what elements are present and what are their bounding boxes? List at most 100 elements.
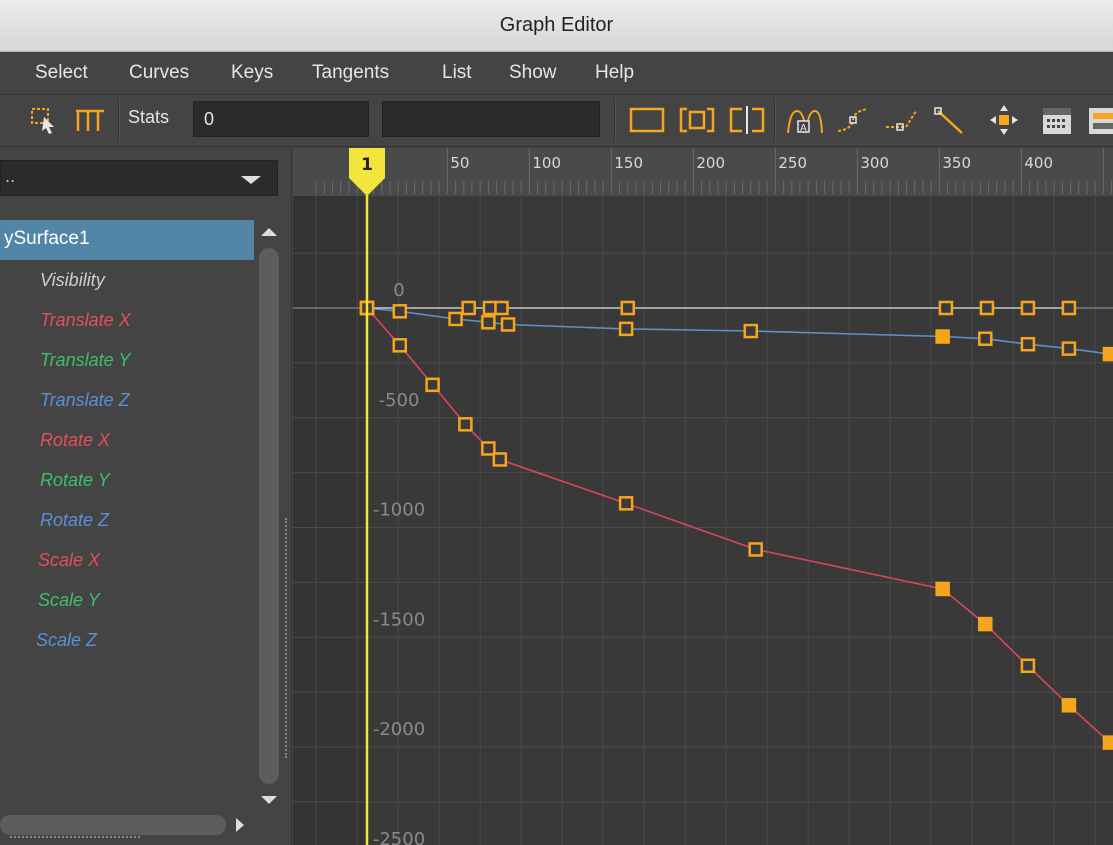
svg-text:A: A <box>800 123 807 134</box>
attr-rotate-z[interactable]: Rotate Z <box>40 510 109 531</box>
stats-secondary-input[interactable] <box>382 101 600 137</box>
attr-rotate-y[interactable]: Rotate Y <box>40 470 110 491</box>
value-axis-label: -2000 <box>373 719 425 740</box>
attr-scale-x[interactable]: Scale X <box>38 550 100 571</box>
keyframe[interactable] <box>448 311 463 327</box>
graph-background <box>293 148 1113 845</box>
graph-canvas[interactable]: 50 100 150 200 250 300 350 400 0 -500 -1000 -1500 -2… <box>293 148 1113 845</box>
menu-show[interactable]: Show <box>509 62 557 84</box>
step-tangent-icon[interactable] <box>932 103 970 137</box>
frame-playback-icon[interactable] <box>728 103 766 137</box>
ruler-tick-label: 400 <box>1024 154 1053 172</box>
keyframe[interactable] <box>1020 658 1036 674</box>
move-nearest-icon[interactable] <box>985 103 1023 137</box>
keyframe[interactable] <box>461 300 476 316</box>
stats-label: Stats <box>128 107 170 127</box>
keyframe[interactable] <box>1020 336 1036 352</box>
spline-tangent-icon[interactable] <box>834 103 872 137</box>
curve-outliner-panel: .. ySurface1 Visibility Translate X Tran… <box>0 148 292 845</box>
attr-scale-z[interactable]: Scale Z <box>36 630 97 651</box>
trax-editor-icon[interactable] <box>1084 103 1113 137</box>
outliner-list: ySurface1 Visibility Translate X Transla… <box>0 220 256 820</box>
pre-range-shade <box>293 196 367 845</box>
keyframe[interactable] <box>492 452 508 467</box>
ruler-tick-label: 200 <box>696 154 725 172</box>
keyframe[interactable] <box>743 323 759 339</box>
keyframe[interactable] <box>392 304 408 319</box>
frame-all-icon[interactable] <box>628 103 666 137</box>
keyframe[interactable] <box>978 616 993 632</box>
keyframe[interactable] <box>458 417 473 432</box>
value-axis-label: 0 <box>393 280 404 301</box>
toolbar-separator <box>614 99 616 141</box>
attr-translate-y[interactable]: Translate Y <box>40 350 130 371</box>
toolbar: Stats A <box>0 95 1113 147</box>
scrollbar-thumb[interactable] <box>259 248 279 784</box>
keyframe[interactable] <box>1102 735 1113 750</box>
menu-tangents[interactable]: Tangents <box>312 62 389 84</box>
attr-translate-z[interactable]: Translate Z <box>40 390 130 411</box>
toolbar-separator <box>774 99 776 141</box>
panel-resize-handle[interactable] <box>10 836 140 838</box>
attr-translate-x[interactable]: Translate X <box>40 310 131 331</box>
attr-rotate-x[interactable]: Rotate X <box>40 430 110 451</box>
keyframe[interactable] <box>1020 300 1036 316</box>
stats-input[interactable] <box>193 101 369 137</box>
keyframe[interactable] <box>618 496 634 511</box>
keyframe[interactable] <box>1061 300 1077 316</box>
outliner-filter-dropdown[interactable]: .. <box>0 160 278 196</box>
value-axis-label: -500 <box>379 390 420 411</box>
keyframe[interactable] <box>620 300 636 316</box>
keyframe[interactable] <box>938 300 954 316</box>
menu-list[interactable]: List <box>442 62 472 84</box>
keyframe[interactable] <box>392 338 408 353</box>
lattice-deform-icon[interactable] <box>72 103 110 137</box>
keyframe[interactable] <box>979 300 995 316</box>
frame-selection-icon[interactable] <box>678 103 716 137</box>
keyframe[interactable] <box>481 441 496 456</box>
scroll-up-arrow-icon[interactable] <box>261 228 277 236</box>
keyframe[interactable] <box>425 377 440 393</box>
outliner-vertical-scrollbar[interactable] <box>257 220 281 820</box>
window-titlebar: Graph Editor <box>0 0 1113 52</box>
dope-sheet-icon[interactable] <box>1038 103 1076 137</box>
linear-tangent-icon[interactable] <box>882 103 920 137</box>
panel-splitter-handle[interactable] <box>285 518 287 758</box>
ruler-tick-label: 100 <box>532 154 561 172</box>
menu-help[interactable]: Help <box>595 62 634 84</box>
current-frame-label: 1 <box>361 155 373 175</box>
attr-visibility[interactable]: Visibility <box>40 270 105 291</box>
auto-tangent-icon[interactable]: A <box>784 103 824 137</box>
horizontal-scrollbar-thumb[interactable] <box>0 815 226 835</box>
keyframe[interactable] <box>482 300 498 316</box>
toolbar-separator <box>118 99 120 141</box>
keyframe[interactable] <box>1061 341 1077 356</box>
outliner-node-label: ySurface1 <box>4 228 90 249</box>
keyframe[interactable] <box>481 315 496 330</box>
keyframe[interactable] <box>748 542 763 557</box>
outliner-node-row[interactable]: ySurface1 <box>0 220 254 260</box>
keyframe[interactable] <box>494 300 509 316</box>
graph-view[interactable]: 50 100 150 200 250 300 350 400 0 -500 -1000 -1500 -2… <box>293 148 1113 845</box>
ruler-tick-label: 300 <box>860 154 889 172</box>
keyframe[interactable] <box>1102 346 1113 362</box>
scroll-down-arrow-icon[interactable] <box>261 796 277 804</box>
ruler-tick-label: 350 <box>942 154 971 172</box>
menu-curves[interactable]: Curves <box>129 62 189 84</box>
ruler-tick-label: 250 <box>778 154 807 172</box>
select-key-icon[interactable] <box>28 103 60 137</box>
keyframe[interactable] <box>500 317 516 332</box>
keyframe[interactable] <box>618 321 634 337</box>
attr-scale-y[interactable]: Scale Y <box>38 590 100 611</box>
outliner-horizontal-scrollbar[interactable] <box>0 812 256 838</box>
menu-keys[interactable]: Keys <box>231 62 273 84</box>
keyframe[interactable] <box>935 581 950 597</box>
value-axis-label: -2500 <box>373 829 425 845</box>
scroll-right-arrow-icon[interactable] <box>236 818 244 832</box>
value-axis-label: -1000 <box>373 500 425 521</box>
keyframe[interactable] <box>935 329 950 344</box>
keyframe[interactable] <box>1061 698 1077 713</box>
keyframe[interactable] <box>978 331 993 346</box>
menu-select[interactable]: Select <box>35 62 88 84</box>
ruler-tick-label: 150 <box>614 154 643 172</box>
